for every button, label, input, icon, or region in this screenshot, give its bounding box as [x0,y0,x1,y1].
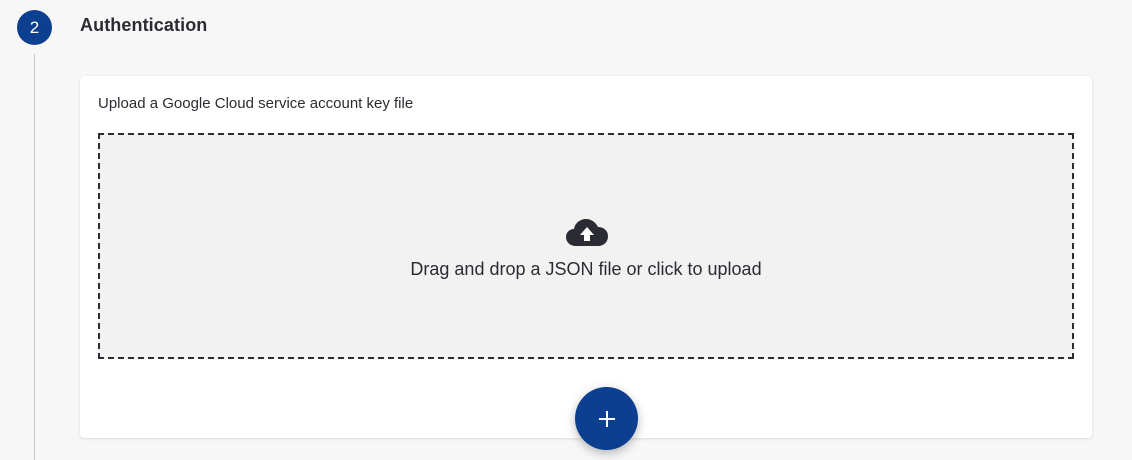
cloud-upload-icon [566,219,608,246]
step-title: Authentication [80,15,208,35]
add-file-button[interactable] [575,387,638,450]
upload-card: Upload a Google Cloud service account ke… [80,76,1092,450]
step-connector-line [34,54,35,460]
authentication-step: 2 Authentication Upload a Google Cloud s… [0,0,1132,460]
upload-label: Upload a Google Cloud service account ke… [98,95,414,112]
dropzone-instructions: Drag and drop a JSON file or click to up… [410,259,762,279]
plus-icon [598,410,615,427]
step-number-badge: 2 [17,10,52,45]
file-dropzone[interactable]: Drag and drop a JSON file or click to up… [98,133,1074,450]
step-number: 2 [29,17,40,37]
